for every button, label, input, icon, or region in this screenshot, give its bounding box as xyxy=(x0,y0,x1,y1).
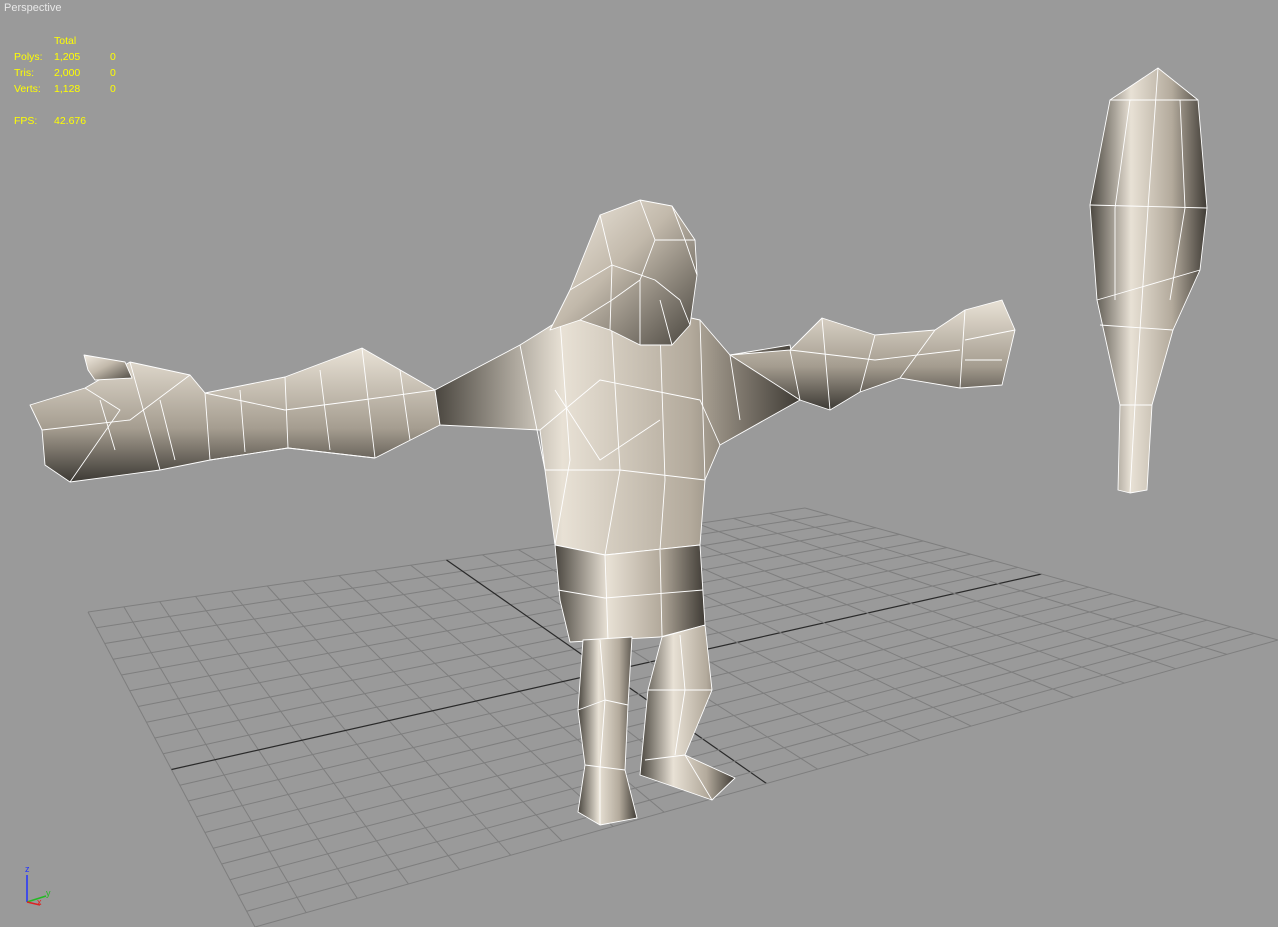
left-thumb-mesh[interactable] xyxy=(83,354,133,381)
scene-canvas[interactable]: z y x xyxy=(0,0,1278,927)
right-leg-mesh[interactable] xyxy=(639,624,736,801)
axis-z-label: z xyxy=(25,864,30,874)
character-mesh[interactable] xyxy=(29,199,1016,826)
axis-x-label: x xyxy=(37,897,42,907)
viewport-label[interactable]: Perspective xyxy=(4,2,61,14)
grid-line xyxy=(246,632,1255,912)
perspective-viewport[interactable]: z y x Perspective Total Polys: 1,205 0 T… xyxy=(0,0,1278,927)
grid-line xyxy=(238,626,1231,896)
grid-line xyxy=(254,639,1278,927)
axis-gizmo: z y x xyxy=(25,864,51,907)
axis-y-label: y xyxy=(46,888,51,898)
club-mesh[interactable] xyxy=(1089,67,1208,494)
stats-header: Total xyxy=(54,35,77,47)
